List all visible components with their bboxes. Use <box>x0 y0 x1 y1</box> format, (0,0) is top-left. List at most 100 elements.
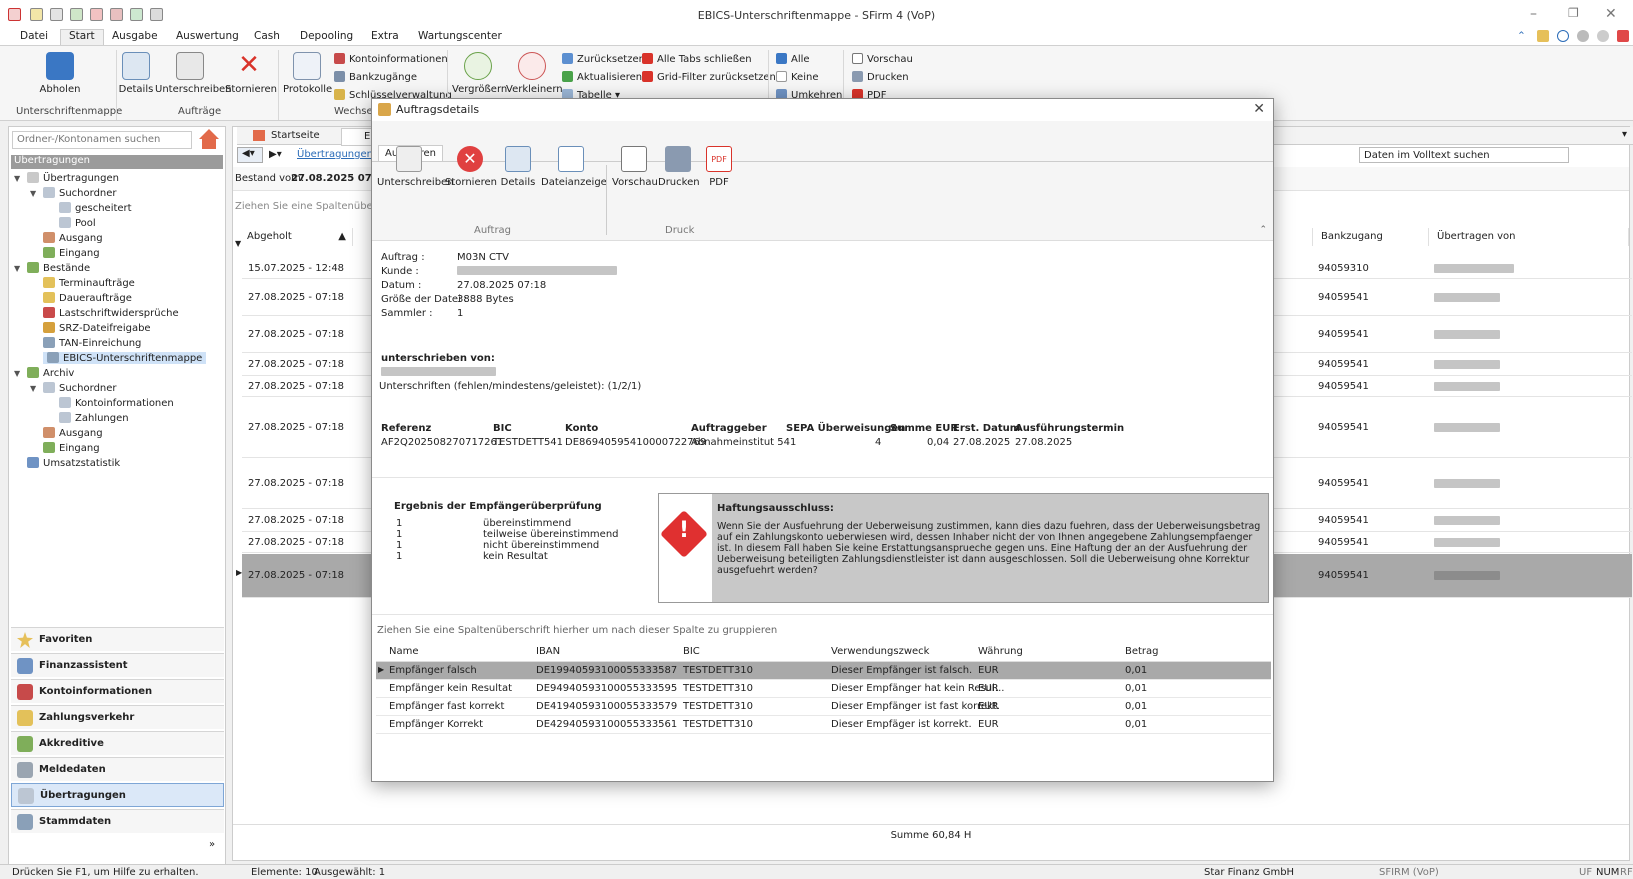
menu-depooling[interactable]: Depooling <box>300 30 353 42</box>
nav-stammdaten[interactable]: Stammdaten <box>11 809 224 833</box>
table-row-selected[interactable]: ▶ Empfänger falsch DE1994059310005533358… <box>376 662 1271 680</box>
nav-finanzassistent[interactable]: Finanzassistent <box>11 653 224 677</box>
aktualisieren-button[interactable]: Aktualisieren <box>562 71 642 83</box>
col-header-name[interactable]: Name <box>389 646 419 661</box>
dialog-dateianzeige-button[interactable]: Dateianzeige <box>541 146 607 188</box>
chat-icon[interactable] <box>1597 30 1609 42</box>
verkleinern-button[interactable]: Verkleinern <box>506 52 563 95</box>
dialog-pdf-button[interactable]: PDF PDF <box>702 146 736 188</box>
abholen-button[interactable]: Abholen <box>38 52 82 95</box>
details-button[interactable]: Details <box>118 52 154 95</box>
table-row[interactable]: Empfänger fast korrekt DE419405931000553… <box>376 698 1271 716</box>
tree-item-archiv[interactable]: Archiv <box>27 367 74 379</box>
tree-item-lastschriftwidersprueche[interactable]: Lastschriftwidersprüche <box>43 307 179 319</box>
tree-item-umsatzstatistik[interactable]: Umsatzstatistik <box>27 457 120 469</box>
col-header-uebertragen-von[interactable]: Übertragen von <box>1429 228 1629 246</box>
collapse-ribbon-icon[interactable]: ⌃ <box>1517 30 1526 42</box>
alle-button[interactable]: Alle <box>776 53 810 65</box>
col-header-betrag[interactable]: Betrag <box>1125 646 1159 661</box>
tree-item-archiv-eingang[interactable]: Eingang <box>43 442 100 454</box>
col-header-bic[interactable]: BIC <box>683 646 700 661</box>
chevron-down-icon[interactable]: » <box>209 839 215 850</box>
settings-gear-icon[interactable] <box>1577 30 1589 42</box>
expand-toggle-icon[interactable]: ▼ <box>14 264 20 273</box>
tree-item-bestaende[interactable]: Bestände <box>27 262 90 274</box>
vergroessern-button[interactable]: Vergrößern <box>452 52 507 95</box>
dialog-vorschau-button[interactable]: Vorschau <box>612 146 658 188</box>
tree-item-archiv-suchordner[interactable]: Suchordner <box>43 382 117 394</box>
col-header-iban[interactable]: IBAN <box>536 646 560 661</box>
forward-button[interactable]: ▶▾ <box>269 149 282 160</box>
collapse-icon[interactable]: ⌃ <box>1259 225 1267 235</box>
unterschreiben-button[interactable]: Unterschreiben <box>155 52 232 95</box>
menu-extra[interactable]: Extra <box>371 30 399 42</box>
alle-tabs-schliessen-button[interactable]: Alle Tabs schließen <box>642 53 752 65</box>
tree-item-eingang[interactable]: Eingang <box>43 247 100 259</box>
grid-filter-button[interactable]: Grid-Filter zurücksetzen <box>642 71 776 83</box>
protokolle-button[interactable]: Protokolle <box>283 52 332 95</box>
menu-cash[interactable]: Cash <box>254 30 280 42</box>
filter-icon[interactable]: ▼ <box>235 239 241 248</box>
nav-uebertragungen[interactable]: Übertragungen <box>11 783 224 807</box>
close-icon[interactable]: ✕ <box>1605 6 1617 22</box>
nav-meldedaten[interactable]: Meldedaten <box>11 757 224 781</box>
tree-item-tan-einreichung[interactable]: TAN-Einreichung <box>43 337 141 349</box>
help-book-icon[interactable] <box>1537 30 1549 42</box>
tree-item-ebics-unterschriftenmappe[interactable]: EBICS-Unterschriftenmappe <box>43 352 207 364</box>
tree-item-pool[interactable]: Pool <box>59 217 96 229</box>
dialog-details-button[interactable]: Details <box>499 146 537 188</box>
nav-akkreditive[interactable]: Akkreditive <box>11 731 224 755</box>
menu-start[interactable]: Start <box>60 29 104 45</box>
drucken-button[interactable]: Drucken <box>852 71 909 83</box>
nav-zahlungsverkehr[interactable]: Zahlungsverkehr <box>11 705 224 729</box>
expand-toggle-icon[interactable]: ▼ <box>14 174 20 183</box>
menu-datei[interactable]: Datei <box>20 30 48 42</box>
expand-toggle-icon[interactable]: ▼ <box>30 189 36 198</box>
keine-button[interactable]: Keine <box>776 71 818 83</box>
tree-item-srz-dateifreigabe[interactable]: SRZ-Dateifreigabe <box>43 322 151 334</box>
dialog-unterschreiben-button[interactable]: Unterschreiben <box>377 146 454 188</box>
tree-item-terminauftraege[interactable]: Terminaufträge <box>43 277 135 289</box>
col-header-abgeholt[interactable]: Abgeholt ▲ <box>239 228 353 246</box>
tab-list-dropdown-icon[interactable]: ▾ <box>1622 129 1627 140</box>
cancel-x-icon: ✕ <box>238 50 260 80</box>
tree-item-suchordner[interactable]: Suchordner <box>43 187 117 199</box>
nav-favoriten[interactable]: Favoriten <box>11 627 224 651</box>
expand-toggle-icon[interactable]: ▼ <box>30 384 36 393</box>
tree-item-kontoinformationen[interactable]: Kontoinformationen <box>59 397 174 409</box>
tree-item-ausgang[interactable]: Ausgang <box>43 232 103 244</box>
fulltext-search-input[interactable]: Daten im Volltext suchen <box>1359 147 1569 163</box>
nav-kontoinformationen[interactable]: Kontoinformationen <box>11 679 224 703</box>
power-icon[interactable] <box>1617 30 1629 42</box>
table-row[interactable]: Empfänger kein Resultat DE94940593100055… <box>376 680 1271 698</box>
tree-item-gescheitert[interactable]: gescheitert <box>59 202 132 214</box>
tab-startseite[interactable]: Startseite <box>271 130 320 141</box>
bankzugaenge-button[interactable]: Bankzugänge <box>334 71 417 83</box>
vorschau-button[interactable]: Vorschau <box>852 53 913 65</box>
dialog-close-icon[interactable]: ✕ <box>1253 101 1265 117</box>
dialog-drucken-button[interactable]: Drucken <box>658 146 700 188</box>
tree-item-dauerauftraege[interactable]: Daueraufträge <box>43 292 132 304</box>
tree-item-zahlungen[interactable]: Zahlungen <box>59 412 129 424</box>
col-header-bankzugang[interactable]: Bankzugang <box>1313 228 1429 246</box>
breadcrumb[interactable]: Übertragungen <box>297 149 373 160</box>
zuruecksetzen-button[interactable]: Zurücksetzen <box>562 53 645 65</box>
dialog-stornieren-button[interactable]: ✕ Stornieren <box>445 146 497 188</box>
menu-wartungscenter[interactable]: Wartungscenter <box>418 30 502 42</box>
menu-auswertung[interactable]: Auswertung <box>176 30 239 42</box>
restore-icon[interactable]: ❐ <box>1568 6 1579 20</box>
info-icon[interactable] <box>1557 30 1569 42</box>
back-button[interactable]: ◀▾ <box>237 147 263 163</box>
kontoinformationen-button[interactable]: Kontoinformationen <box>334 53 448 65</box>
minimize-icon[interactable]: – <box>1530 6 1537 22</box>
table-row[interactable]: Empfänger Korrekt DE42940593100055333561… <box>376 716 1271 734</box>
home-icon[interactable] <box>199 129 219 149</box>
stornieren-button[interactable]: ✕ Stornieren <box>225 50 277 95</box>
expand-toggle-icon[interactable]: ▼ <box>14 369 20 378</box>
menu-ausgabe[interactable]: Ausgabe <box>112 30 158 42</box>
col-header-waehrung[interactable]: Währung <box>978 646 1023 661</box>
col-header-verwendungszweck[interactable]: Verwendungszweck <box>831 646 929 661</box>
tree-item-archiv-ausgang[interactable]: Ausgang <box>43 427 103 439</box>
folder-search-input[interactable]: Ordner-/Kontonamen suchen <box>12 131 192 149</box>
tree-item-uebertragungen[interactable]: Übertragungen <box>27 172 119 184</box>
